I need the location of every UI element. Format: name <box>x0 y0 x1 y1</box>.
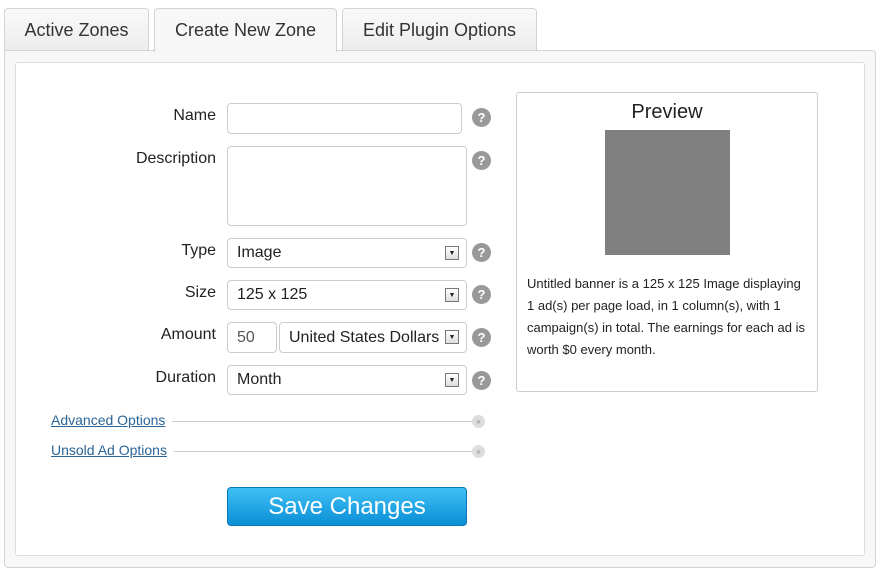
help-icon[interactable]: ? <box>472 151 491 170</box>
help-icon[interactable]: ? <box>472 243 491 262</box>
chevron-down-icon: ▼ <box>445 330 459 344</box>
amount-label: Amount <box>160 326 216 343</box>
type-label: Type <box>181 242 216 259</box>
help-icon[interactable]: ? <box>472 371 491 390</box>
divider <box>172 421 472 422</box>
currency-value: United States Dollars <box>289 328 440 346</box>
description-label: Description <box>135 150 216 167</box>
duration-label: Duration <box>155 369 216 386</box>
name-input[interactable] <box>227 103 462 134</box>
expand-icon[interactable]: » <box>472 415 485 428</box>
currency-select[interactable]: United States Dollars ▼ <box>279 322 467 353</box>
size-label: Size <box>184 284 216 301</box>
expand-icon[interactable]: » <box>472 445 485 458</box>
chevron-down-icon: ▼ <box>445 288 459 302</box>
size-select[interactable]: 125 x 125 ▼ <box>227 280 467 310</box>
unsold-ad-options-link[interactable]: Unsold Ad Options <box>51 442 167 458</box>
tab-active-zones[interactable]: Active Zones <box>4 8 149 51</box>
divider <box>174 451 472 452</box>
chevron-down-icon: ▼ <box>445 246 459 260</box>
type-select[interactable]: Image ▼ <box>227 238 467 268</box>
type-value: Image <box>237 244 282 261</box>
help-icon[interactable]: ? <box>472 285 491 304</box>
banner-preview <box>604 130 730 255</box>
duration-select[interactable]: Month ▼ <box>227 365 467 395</box>
size-value: 125 x 125 <box>237 286 308 303</box>
chevron-down-icon: ▼ <box>445 373 459 387</box>
tab-create-new-zone[interactable]: Create New Zone <box>154 8 337 52</box>
preview-box: Preview Untitled banner is a 125 x 125 I… <box>516 92 818 392</box>
preview-title: Preview <box>631 101 703 123</box>
tab-edit-plugin-options[interactable]: Edit Plugin Options <box>342 8 537 51</box>
description-textarea[interactable] <box>227 146 467 226</box>
name-label: Name <box>173 107 216 124</box>
save-changes-button[interactable]: Save Changes <box>227 487 467 526</box>
duration-value: Month <box>237 371 282 388</box>
advanced-options-link[interactable]: Advanced Options <box>51 412 165 428</box>
amount-input[interactable]: 50 <box>227 322 277 353</box>
help-icon[interactable]: ? <box>472 108 491 127</box>
preview-description: Untitled banner is a 125 x 125 Image dis… <box>527 276 805 357</box>
help-icon[interactable]: ? <box>472 328 491 347</box>
